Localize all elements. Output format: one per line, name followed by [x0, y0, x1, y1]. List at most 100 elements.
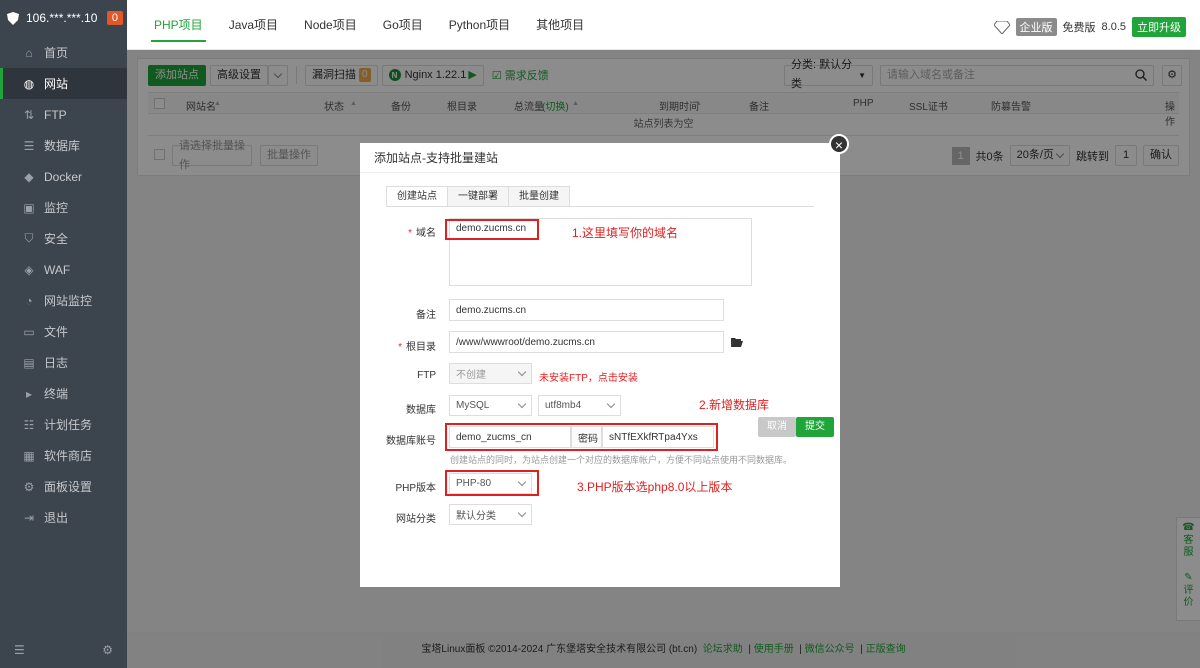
annotation-database: 2.新增数据库	[699, 398, 770, 412]
sidebar-item-4[interactable]: ◆ Docker	[0, 161, 127, 192]
ftp-label: FTP	[417, 370, 436, 381]
sidebar-item-7[interactable]: ◈ WAF	[0, 254, 127, 285]
dialog-tabs: 创建站点 一键部署 批量创建	[386, 186, 570, 207]
dialog-title: 添加站点-支持批量建站	[360, 143, 840, 173]
logout-icon: ⇥	[23, 510, 35, 525]
tab-project-5[interactable]: 其他项目	[523, 0, 597, 50]
db-charset-select[interactable]: utf8mb4	[538, 395, 621, 416]
notification-badge[interactable]: 0	[106, 11, 123, 25]
monitor-icon: ▣	[23, 200, 35, 215]
sidebar-item-14[interactable]: ⚙ 面板设置	[0, 471, 127, 502]
sidebar-item-13[interactable]: ▦ 软件商店	[0, 440, 127, 471]
annotation-domain: 1.这里填写你的域名	[572, 226, 679, 240]
domain-label: * 域名	[408, 228, 436, 239]
tab-project-1[interactable]: Java项目	[216, 0, 291, 50]
home-icon: ⌂	[25, 45, 33, 60]
add-site-dialog: 添加站点-支持批量建站 创建站点 一键部署 批量创建 * 域名 demo.zucm…	[360, 143, 840, 587]
submit-button[interactable]: 提交	[796, 417, 834, 437]
chevron-down-icon	[517, 367, 527, 377]
sidebar-item-12[interactable]: ☷ 计划任务	[0, 409, 127, 440]
folder-open-icon[interactable]	[731, 336, 743, 350]
cancel-button[interactable]: 取消	[758, 417, 796, 437]
annotation-php: 3.PHP版本选php8.0以上版本	[577, 480, 733, 494]
sidebar-item-label: 首页	[44, 46, 69, 60]
log-icon: ▤	[23, 355, 35, 370]
sidebar-item-8[interactable]: ◔ 网站监控	[0, 285, 127, 316]
shield-icon: ⛉	[24, 231, 34, 245]
tab-project-3[interactable]: Go项目	[370, 0, 436, 50]
sidebar-item-label: FTP	[44, 107, 67, 122]
free-edition-label: 免费版	[1062, 22, 1096, 34]
bt-logo-icon	[6, 11, 20, 25]
site-category-label: 网站分类	[396, 514, 436, 525]
collapse-menu-icon[interactable]: ☰	[14, 643, 25, 657]
sidebar-menu: ⌂ 首页 ◍ 网站 ⇅ FTP ☰ 数据库 ◆ Docker ▣ 监控 ⛉ 安全 ◈ WAF ◔ 网站监控 ▭ 文件 ▤…	[0, 37, 127, 533]
sidebar-item-1[interactable]: ◍ 网站	[0, 68, 127, 99]
sidebar-item-label: 网站监控	[44, 294, 93, 308]
server-header: 106.***.***.10 0	[0, 0, 127, 36]
annotation-box-php	[445, 470, 539, 496]
sidebar-item-5[interactable]: ▣ 监控	[0, 192, 127, 223]
ftp-icon: ⇅	[23, 107, 35, 122]
database-icon: ☰	[23, 138, 35, 153]
server-ip: 106.***.***.10	[26, 11, 98, 25]
gear-icon: ⚙	[23, 479, 35, 494]
waf-icon: ◈	[24, 262, 34, 277]
enterprise-badge[interactable]: 企业版	[1015, 18, 1057, 36]
version-info: 企业版 免费版 8.0.5 立即升级	[993, 17, 1186, 37]
site-category-select[interactable]: 默认分类	[449, 504, 532, 525]
sidebar-item-label: 软件商店	[44, 449, 93, 463]
sidebar-item-label: 文件	[44, 325, 69, 339]
db-account-label: 数据库账号	[386, 436, 436, 447]
sidebar-item-label: 面板设置	[44, 480, 93, 494]
root-dir-label: * 根目录	[398, 342, 436, 353]
tab-project-4[interactable]: Python项目	[436, 0, 523, 50]
tab-one-click-deploy[interactable]: 一键部署	[447, 186, 509, 207]
tab-batch-create[interactable]: 批量创建	[508, 186, 570, 207]
store-icon: ▦	[23, 448, 35, 463]
diamond-icon	[993, 20, 1010, 34]
sidebar-item-10[interactable]: ▤ 日志	[0, 347, 127, 378]
sidebar-item-11[interactable]: ▸ 终端	[0, 378, 127, 409]
tab-divider	[386, 206, 814, 207]
remark-label: 备注	[416, 310, 436, 321]
sidebar-item-label: WAF	[44, 262, 71, 277]
ftp-install-link[interactable]: 未安装FTP，点击安装	[539, 369, 638, 384]
site-category-value: 默认分类	[456, 511, 496, 522]
root-dir-input[interactable]: /www/wwwroot/demo.zucms.cn	[449, 331, 724, 353]
site-monitor-icon: ◔	[25, 293, 33, 308]
database-label: 数据库	[406, 405, 436, 416]
sidebar-item-label: 数据库	[44, 139, 81, 153]
chevron-down-icon	[517, 508, 527, 518]
chevron-down-icon	[517, 399, 527, 409]
annotation-box-database	[445, 423, 718, 451]
project-tabs: PHP项目 Java项目 Node项目 Go项目 Python项目 其他项目	[141, 0, 597, 50]
settings-gear-icon[interactable]: ⚙	[102, 643, 113, 657]
tab-create-site[interactable]: 创建站点	[386, 186, 448, 207]
globe-icon: ◍	[23, 76, 35, 91]
ftp-select[interactable]: 不创建	[449, 363, 532, 384]
remark-input[interactable]: demo.zucms.cn	[449, 299, 724, 321]
sidebar-item-15[interactable]: ⇥ 退出	[0, 502, 127, 533]
sidebar-item-label: 安全	[44, 232, 69, 246]
db-charset-value: utf8mb4	[545, 400, 582, 411]
tab-project-0[interactable]: PHP项目	[141, 0, 216, 50]
sidebar-item-0[interactable]: ⌂ 首页	[0, 37, 127, 68]
top-bar: PHP项目 Java项目 Node项目 Go项目 Python项目 其他项目 企业版 免费…	[127, 0, 1200, 50]
upgrade-button[interactable]: 立即升级	[1132, 17, 1186, 37]
php-version-label: PHP版本	[395, 483, 436, 494]
docker-icon: ◆	[24, 169, 34, 184]
sidebar-item-6[interactable]: ⛉ 安全	[0, 223, 127, 254]
sidebar-item-9[interactable]: ▭ 文件	[0, 316, 127, 347]
sidebar-bottom: ☰ ⚙	[0, 632, 127, 668]
ftp-value: 不创建	[456, 370, 486, 381]
sidebar-item-2[interactable]: ⇅ FTP	[0, 99, 127, 130]
tab-project-2[interactable]: Node项目	[291, 0, 370, 50]
db-type-select[interactable]: MySQL	[449, 395, 532, 416]
chevron-down-icon	[606, 399, 616, 409]
version-number: 8.0.5	[1101, 21, 1126, 33]
sidebar-item-3[interactable]: ☰ 数据库	[0, 130, 127, 161]
terminal-icon: ▸	[25, 386, 33, 401]
dialog-close-button[interactable]: ×	[829, 134, 849, 154]
annotation-box-domain	[445, 219, 539, 240]
